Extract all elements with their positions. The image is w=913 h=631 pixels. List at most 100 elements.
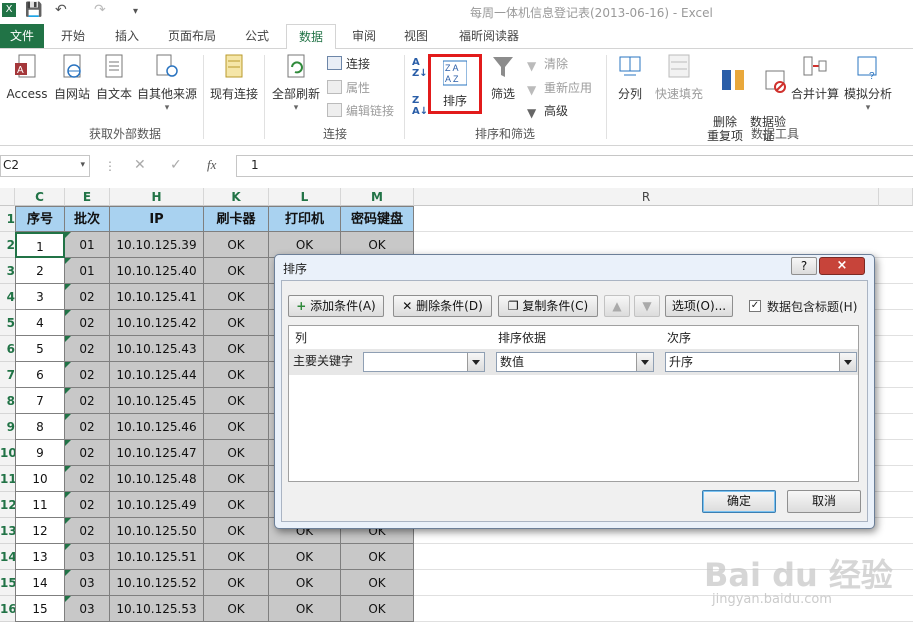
column-header-e[interactable]: E xyxy=(65,188,110,206)
row-header[interactable]: 11 xyxy=(0,466,15,492)
filter-button[interactable]: 筛选 xyxy=(486,53,520,101)
row-header[interactable]: 4 xyxy=(0,284,15,310)
header-ip[interactable]: IP xyxy=(110,206,204,232)
cell-index[interactable]: 4 xyxy=(15,310,65,336)
tab-home[interactable]: 开始 xyxy=(53,24,93,48)
tab-file[interactable]: 文件 xyxy=(0,24,44,48)
row-header[interactable]: 1 xyxy=(0,206,15,232)
cell-index[interactable]: 3 xyxy=(15,284,65,310)
cell-card-reader[interactable]: OK xyxy=(204,258,269,284)
from-text-button[interactable]: 自文本 xyxy=(93,53,135,101)
column-header-next[interactable] xyxy=(879,188,913,206)
clear-filter-button[interactable]: ▼ 清除 xyxy=(527,55,568,73)
cell-ip[interactable]: 10.10.125.49 xyxy=(110,492,204,518)
cell-card-reader[interactable]: OK xyxy=(204,518,269,544)
row-header[interactable]: 5 xyxy=(0,310,15,336)
cancel-icon[interactable]: ✕ xyxy=(134,157,146,173)
from-access-button[interactable]: A Access xyxy=(4,53,50,101)
cell-ip[interactable]: 10.10.125.39 xyxy=(110,232,204,258)
cell-batch[interactable]: 02 xyxy=(65,336,110,362)
move-down-button[interactable]: ▼ xyxy=(634,295,660,317)
cell-batch[interactable]: 02 xyxy=(65,310,110,336)
cell-ip[interactable]: 10.10.125.42 xyxy=(110,310,204,336)
row-header[interactable]: 8 xyxy=(0,388,15,414)
cell-card-reader[interactable]: OK xyxy=(204,310,269,336)
cell-index[interactable]: 8 xyxy=(15,414,65,440)
cell-index[interactable]: 1 xyxy=(15,232,65,258)
cell-card-reader[interactable]: OK xyxy=(204,232,269,258)
cell-ip[interactable]: 10.10.125.40 xyxy=(110,258,204,284)
select-all-corner[interactable] xyxy=(0,188,15,206)
enter-icon[interactable]: ✓ xyxy=(170,157,182,173)
cell-ip[interactable]: 10.10.125.47 xyxy=(110,440,204,466)
header-batch[interactable]: 批次 xyxy=(65,206,110,232)
row-header[interactable]: 12 xyxy=(0,492,15,518)
column-header-c[interactable]: C xyxy=(15,188,65,206)
cell-batch[interactable]: 03 xyxy=(65,596,110,622)
tab-page-layout[interactable]: 页面布局 xyxy=(160,24,224,48)
cell-keypad[interactable]: OK xyxy=(341,570,414,596)
insert-function-icon[interactable]: fx xyxy=(207,157,216,173)
cell-batch[interactable]: 01 xyxy=(65,232,110,258)
cell-index[interactable]: 11 xyxy=(15,492,65,518)
cell-ip[interactable]: 10.10.125.45 xyxy=(110,388,204,414)
header-card-reader[interactable]: 刷卡器 xyxy=(204,206,269,232)
options-button[interactable]: 选项(O)... xyxy=(665,295,733,317)
existing-connections-button[interactable]: 现有连接 xyxy=(207,53,261,101)
tab-review[interactable]: 审阅 xyxy=(344,24,384,48)
tab-view[interactable]: 视图 xyxy=(396,24,436,48)
column-header-r[interactable]: R xyxy=(414,188,879,206)
sort-order-select[interactable]: 升序 xyxy=(665,352,857,372)
move-up-button[interactable]: ▲ xyxy=(604,295,630,317)
row-header[interactable]: 15 xyxy=(0,570,15,596)
cell-ip[interactable]: 10.10.125.50 xyxy=(110,518,204,544)
row-header[interactable]: 7 xyxy=(0,362,15,388)
copy-condition-button[interactable]: ❐ 复制条件(C) xyxy=(498,295,598,317)
cell-printer[interactable]: OK xyxy=(269,544,341,570)
cell-card-reader[interactable]: OK xyxy=(204,388,269,414)
close-button[interactable]: × xyxy=(819,257,865,275)
consolidate-button[interactable]: 合并计算 xyxy=(790,53,840,101)
redo-icon[interactable]: ↷ xyxy=(94,2,106,18)
column-header-m[interactable]: M xyxy=(341,188,414,206)
sort-button[interactable]: Z AA Z 排序 xyxy=(428,54,482,114)
reapply-button[interactable]: ▼ 重新应用 xyxy=(527,79,592,97)
cell-ip[interactable]: 10.10.125.51 xyxy=(110,544,204,570)
tab-data[interactable]: 数据 xyxy=(286,24,336,50)
cell-index[interactable]: 14 xyxy=(15,570,65,596)
cell-printer[interactable]: OK xyxy=(269,570,341,596)
cell-card-reader[interactable]: OK xyxy=(204,596,269,622)
cell-ip[interactable]: 10.10.125.41 xyxy=(110,284,204,310)
sort-level-row[interactable]: 主要关键字 数值 升序 xyxy=(289,349,858,375)
cell-index[interactable]: 12 xyxy=(15,518,65,544)
cell-index[interactable]: 15 xyxy=(15,596,65,622)
edit-links-button[interactable]: 编辑链接 xyxy=(327,102,394,119)
cell-card-reader[interactable]: OK xyxy=(204,492,269,518)
row-header[interactable]: 3 xyxy=(0,258,15,284)
row-header[interactable]: 9 xyxy=(0,414,15,440)
cell-ip[interactable]: 10.10.125.53 xyxy=(110,596,204,622)
row-header[interactable]: 16 xyxy=(0,596,15,622)
tab-formulas[interactable]: 公式 xyxy=(237,24,277,48)
cell-card-reader[interactable]: OK xyxy=(204,440,269,466)
save-icon[interactable]: 💾 xyxy=(25,2,42,18)
refresh-all-button[interactable]: 全部刷新 ▾ xyxy=(268,53,324,115)
cell-ip[interactable]: 10.10.125.44 xyxy=(110,362,204,388)
cell-index[interactable]: 2 xyxy=(15,258,65,284)
cell-index[interactable]: 6 xyxy=(15,362,65,388)
cell-card-reader[interactable]: OK xyxy=(204,466,269,492)
cell-ip[interactable]: 10.10.125.46 xyxy=(110,414,204,440)
cell-card-reader[interactable]: OK xyxy=(204,414,269,440)
cell-ip[interactable]: 10.10.125.52 xyxy=(110,570,204,596)
add-condition-button[interactable]: + 添加条件(A) xyxy=(288,295,384,317)
cell-card-reader[interactable]: OK xyxy=(204,336,269,362)
row-header[interactable]: 13 xyxy=(0,518,15,544)
cell-batch[interactable]: 02 xyxy=(65,518,110,544)
row-header[interactable]: 10 xyxy=(0,440,15,466)
column-header-k[interactable]: K xyxy=(204,188,269,206)
tab-foxit[interactable]: 福昕阅读器 xyxy=(451,24,527,48)
cell-index[interactable]: 10 xyxy=(15,466,65,492)
header-index[interactable]: 序号 xyxy=(15,206,65,232)
flash-fill-button[interactable]: 快速填充 xyxy=(652,53,706,101)
delete-condition-button[interactable]: ✕ 删除条件(D) xyxy=(393,295,492,317)
